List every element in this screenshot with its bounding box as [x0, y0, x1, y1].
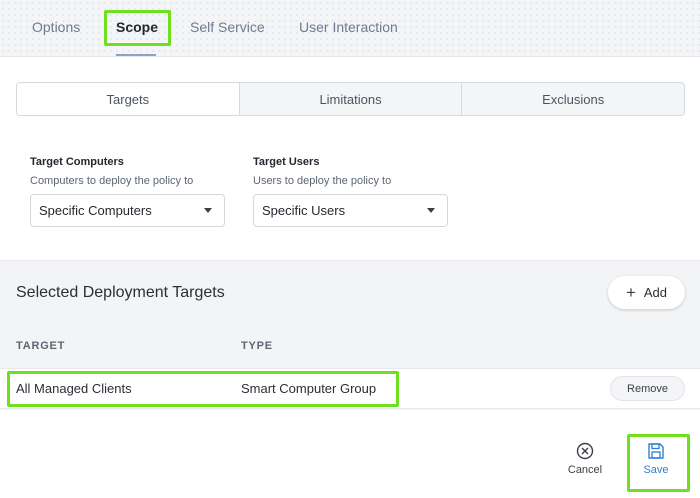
tab-scope[interactable]: Scope [116, 19, 158, 35]
target-computers-select[interactable]: Specific Computers [30, 194, 225, 227]
add-target-button[interactable]: + Add [608, 276, 685, 309]
cancel-circle-icon [576, 442, 594, 460]
target-computers-value: Specific Computers [39, 203, 152, 218]
deployment-targets-title: Selected Deployment Targets [16, 284, 225, 301]
segment-targets[interactable]: Targets [17, 83, 239, 115]
policy-tab-bar: Options Scope Self Service User Interact… [0, 0, 700, 57]
caret-down-icon [427, 208, 435, 213]
tab-user-interaction[interactable]: User Interaction [299, 19, 398, 35]
scope-segmented-control: Targets Limitations Exclusions [16, 82, 685, 116]
target-users-value: Specific Users [262, 203, 346, 218]
plus-icon: + [625, 283, 636, 302]
cancel-label: Cancel [567, 464, 603, 476]
tab-self-service[interactable]: Self Service [190, 19, 265, 35]
policy-scope-page: Options Scope Self Service User Interact… [0, 0, 700, 498]
cancel-button[interactable]: Cancel [560, 442, 610, 476]
segment-limitations[interactable]: Limitations [238, 83, 462, 115]
column-header-type: TYPE [241, 340, 273, 352]
save-label: Save [643, 464, 669, 476]
target-computers-description: Computers to deploy the policy to [30, 175, 194, 187]
target-users-description: Users to deploy the policy to [253, 175, 392, 187]
row-type-cell: Smart Computer Group [241, 381, 377, 396]
target-users-label: Target Users [253, 156, 320, 168]
remove-target-button[interactable]: Remove [610, 376, 685, 401]
save-floppy-icon [648, 443, 664, 459]
caret-down-icon [204, 208, 212, 213]
segment-exclusions[interactable]: Exclusions [461, 83, 684, 115]
tab-options[interactable]: Options [32, 19, 80, 35]
target-users-select[interactable]: Specific Users [253, 194, 448, 227]
add-button-label: Add [643, 285, 668, 300]
active-tab-underline [116, 54, 156, 56]
target-computers-label: Target Computers [30, 156, 124, 168]
column-header-target: TARGET [16, 340, 66, 352]
save-button[interactable]: Save [631, 442, 681, 476]
row-target-cell: All Managed Clients [16, 381, 132, 396]
